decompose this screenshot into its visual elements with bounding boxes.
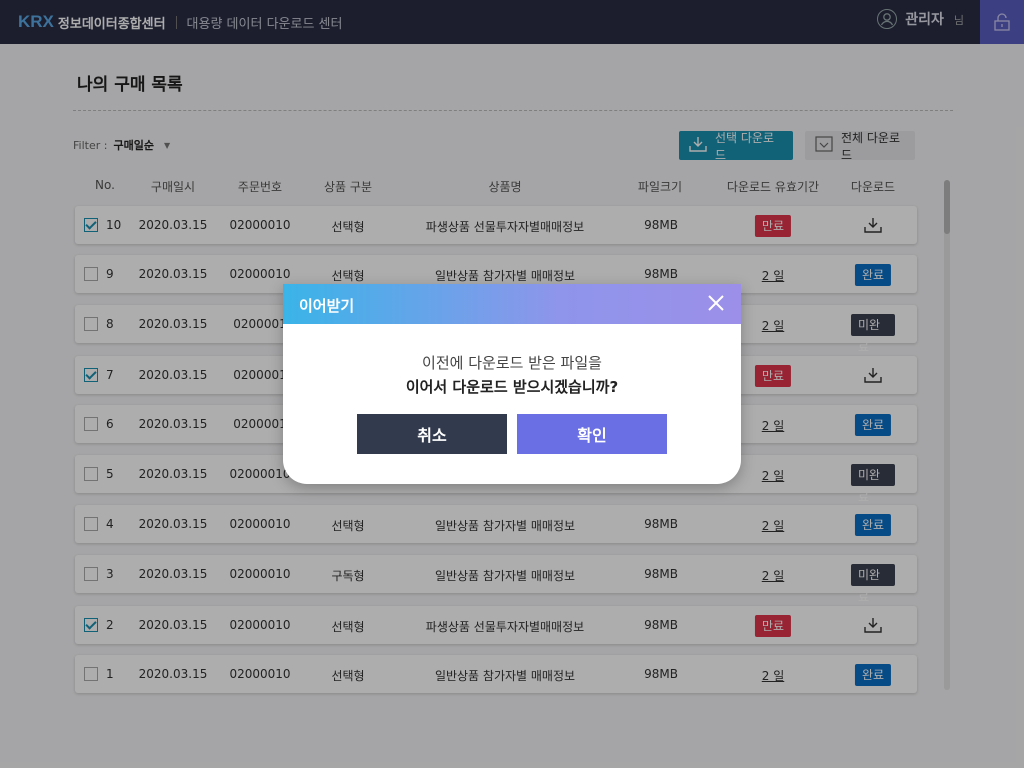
dialog-header: 이어받기 [283,284,741,324]
close-icon[interactable] [705,292,727,314]
resume-download-dialog: 이어받기 이전에 다운로드 받은 파일을 이어서 다운로드 받으시겠습니까? 취… [283,284,741,484]
cancel-button[interactable]: 취소 [357,414,507,454]
confirm-button[interactable]: 확인 [517,414,667,454]
dialog-title: 이어받기 [299,297,355,315]
dialog-message-line2: 이어서 다운로드 받으시겠습니까? [405,378,619,396]
dialog-message-line1: 이전에 다운로드 받은 파일을 [422,354,602,372]
